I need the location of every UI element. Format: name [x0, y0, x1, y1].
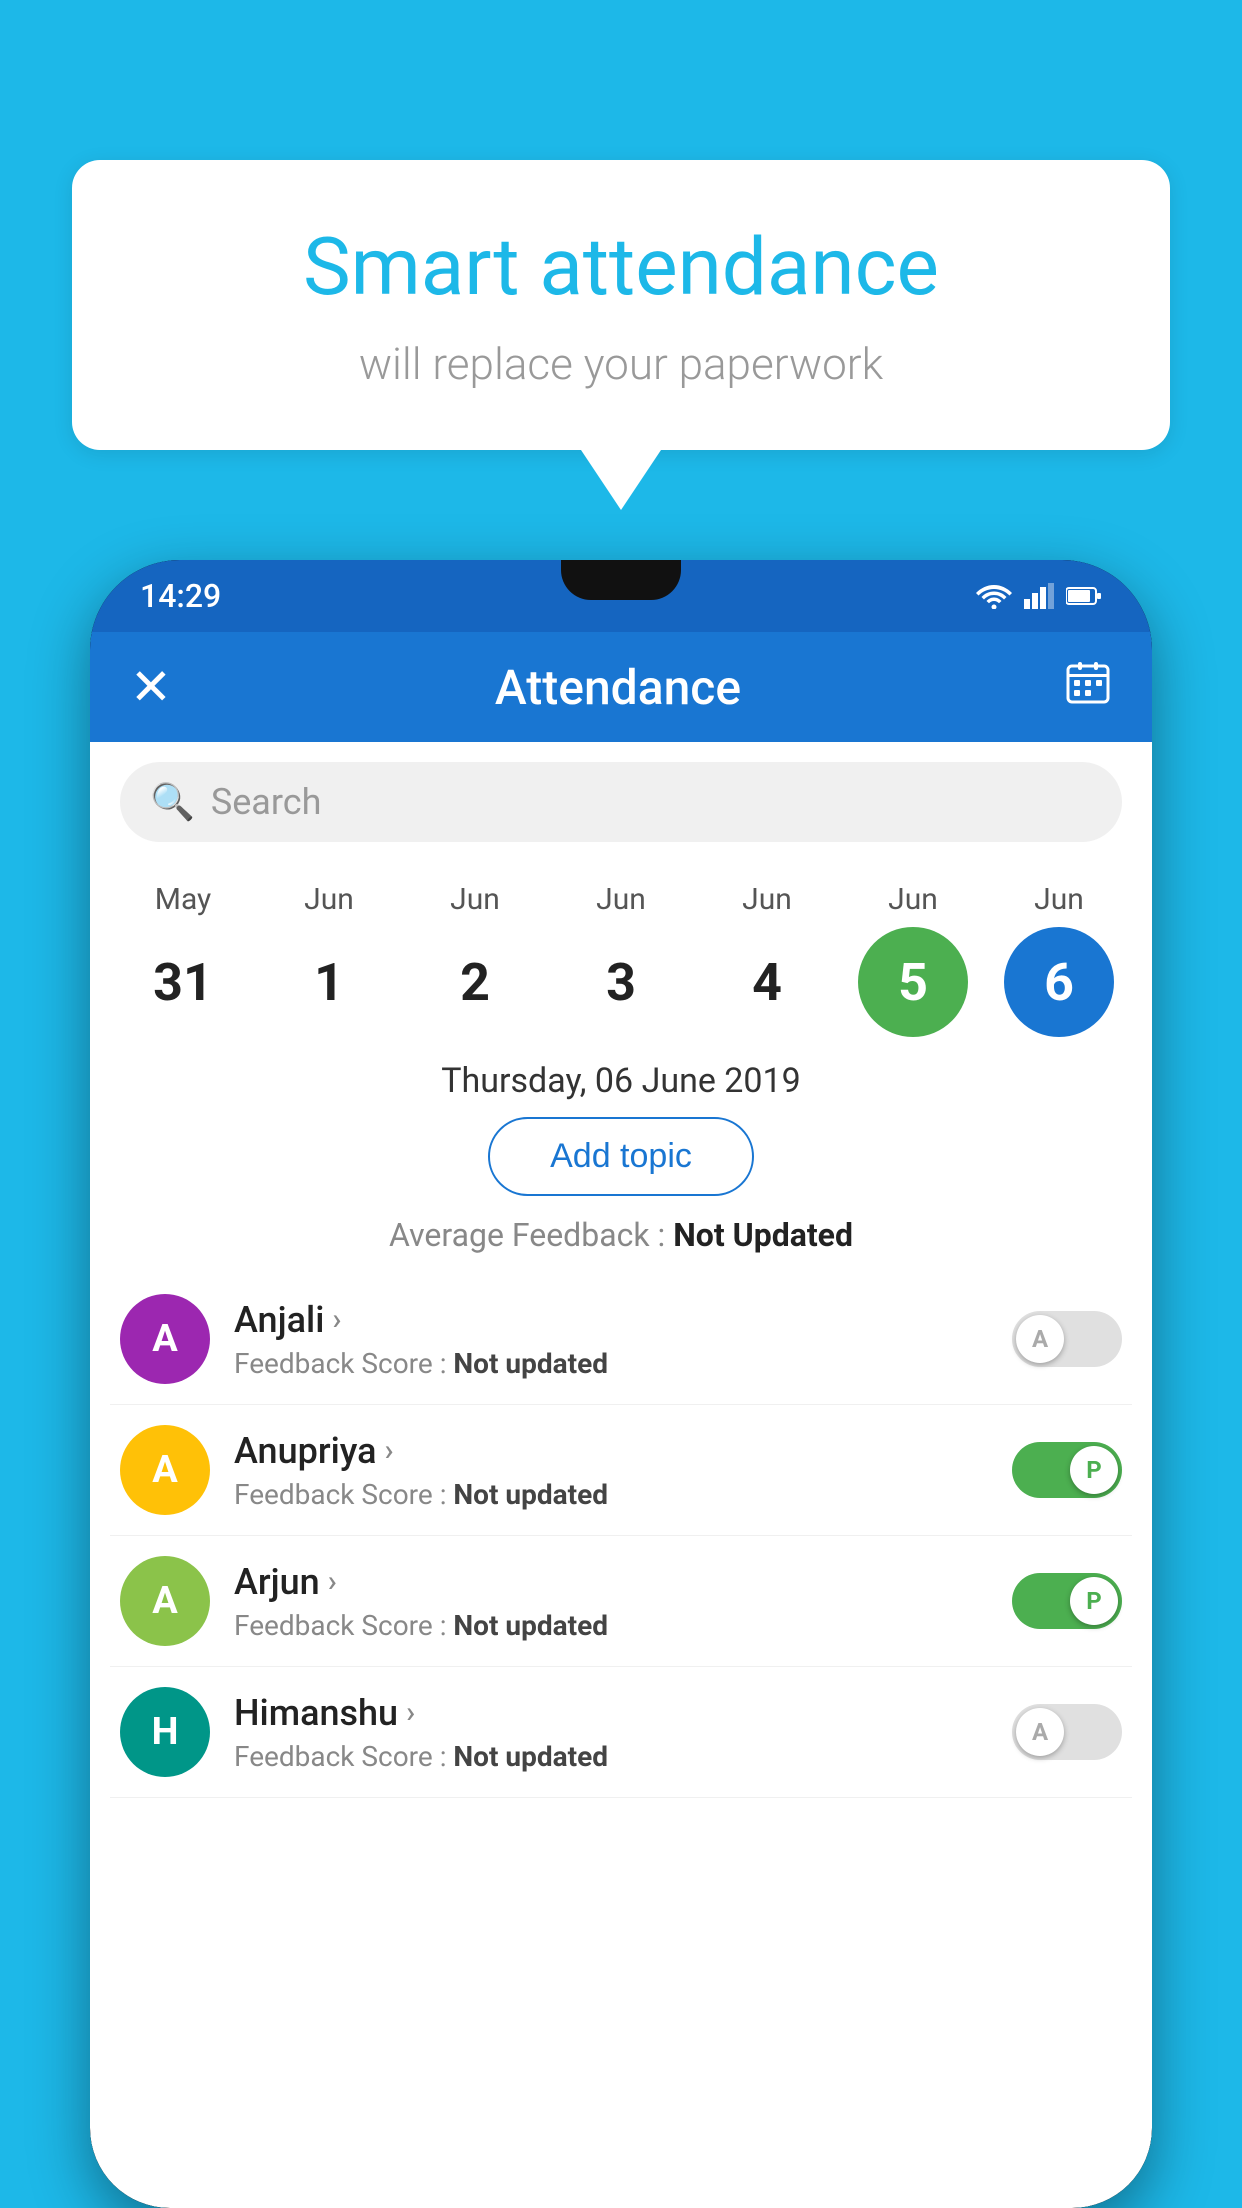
- search-placeholder: Search: [211, 781, 322, 823]
- student-list: AAnjali ›Feedback Score : Not updatedAAA…: [90, 1274, 1152, 1798]
- calendar-icon[interactable]: [1064, 658, 1112, 717]
- search-bar[interactable]: 🔍 Search: [120, 762, 1122, 842]
- battery-icon: [1066, 586, 1102, 606]
- phone-inner: 14:29: [90, 560, 1152, 2208]
- cal-date[interactable]: 2: [420, 927, 530, 1037]
- speech-bubble-subtitle: will replace your paperwork: [152, 338, 1090, 390]
- notch: [561, 560, 681, 600]
- speech-bubble-tail: [581, 450, 661, 510]
- avg-feedback-value: Not Updated: [673, 1216, 853, 1254]
- cal-date[interactable]: 5: [858, 927, 968, 1037]
- cal-date[interactable]: 3: [566, 927, 676, 1037]
- student-info: Arjun › Feedback Score : Not updated: [234, 1561, 988, 1642]
- student-info: Anjali › Feedback Score : Not updated: [234, 1299, 988, 1380]
- attendance-toggle[interactable]: P: [1012, 1573, 1122, 1629]
- student-avatar: H: [120, 1687, 210, 1777]
- chevron-right-icon: ›: [385, 1433, 394, 1468]
- calendar-day[interactable]: Jun 1: [264, 882, 394, 1037]
- signal-icon: [1024, 583, 1054, 609]
- selected-date-label: Thursday, 06 June 2019: [90, 1037, 1152, 1117]
- student-info: Anupriya › Feedback Score : Not updated: [234, 1430, 988, 1511]
- student-name: Anupriya ›: [234, 1430, 988, 1472]
- attendance-toggle[interactable]: A: [1012, 1704, 1122, 1760]
- phone-frame: 14:29: [90, 560, 1152, 2208]
- chevron-right-icon: ›: [328, 1564, 337, 1599]
- chevron-right-icon: ›: [332, 1302, 341, 1337]
- app-bar: ✕ Attendance: [90, 632, 1152, 742]
- student-name: Himanshu ›: [234, 1692, 988, 1734]
- speech-bubble-title: Smart attendance: [152, 220, 1090, 314]
- cal-date[interactable]: 1: [274, 927, 384, 1037]
- avg-feedback: Average Feedback : Not Updated: [90, 1196, 1152, 1274]
- search-icon: 🔍: [150, 781, 195, 823]
- calendar-day[interactable]: May 31: [118, 882, 248, 1037]
- calendar-day[interactable]: Jun 4: [702, 882, 832, 1037]
- search-container: 🔍 Search: [90, 742, 1152, 862]
- close-icon[interactable]: ✕: [130, 658, 172, 717]
- student-avatar: A: [120, 1556, 210, 1646]
- avg-feedback-label: Average Feedback :: [389, 1216, 665, 1254]
- chevron-right-icon: ›: [406, 1695, 415, 1730]
- cal-date[interactable]: 31: [128, 927, 238, 1037]
- cal-month: Jun: [742, 882, 792, 917]
- calendar-day[interactable]: Jun 5: [848, 882, 978, 1037]
- attendance-toggle[interactable]: P: [1012, 1442, 1122, 1498]
- speech-bubble: Smart attendance will replace your paper…: [72, 160, 1170, 450]
- student-info: Himanshu › Feedback Score : Not updated: [234, 1692, 988, 1773]
- cal-month: May: [155, 882, 211, 917]
- student-avatar: A: [120, 1294, 210, 1384]
- cal-month: Jun: [1034, 882, 1084, 917]
- calendar-day[interactable]: Jun 3: [556, 882, 686, 1037]
- student-item[interactable]: A Arjun › Feedback Score : Not updated P: [110, 1536, 1132, 1667]
- wifi-icon: [976, 583, 1012, 609]
- calendar-strip: May 31 Jun 1 Jun 2 Jun 3 Jun 4 Jun 5 Jun 6: [90, 862, 1152, 1037]
- calendar-day[interactable]: Jun 2: [410, 882, 540, 1037]
- calendar-day[interactable]: Jun 6: [994, 882, 1124, 1037]
- status-bar: 14:29: [90, 560, 1152, 632]
- speech-bubble-container: Smart attendance will replace your paper…: [72, 160, 1170, 510]
- student-item[interactable]: A Anupriya › Feedback Score : Not updated P: [110, 1405, 1132, 1536]
- student-avatar: A: [120, 1425, 210, 1515]
- student-name: Anjali ›: [234, 1299, 988, 1341]
- cal-date[interactable]: 4: [712, 927, 822, 1037]
- student-feedback: Feedback Score : Not updated: [234, 1609, 988, 1642]
- cal-month: Jun: [888, 882, 938, 917]
- student-item[interactable]: H Himanshu › Feedback Score : Not updated A: [110, 1667, 1132, 1798]
- student-feedback: Feedback Score : Not updated: [234, 1347, 988, 1380]
- cal-month: Jun: [304, 882, 354, 917]
- cal-month: Jun: [450, 882, 500, 917]
- status-time: 14:29: [140, 577, 221, 615]
- app-bar-title: Attendance: [495, 659, 741, 716]
- attendance-toggle[interactable]: A: [1012, 1311, 1122, 1367]
- cal-month: Jun: [596, 882, 646, 917]
- student-feedback: Feedback Score : Not updated: [234, 1478, 988, 1511]
- student-name: Arjun ›: [234, 1561, 988, 1603]
- add-topic-button[interactable]: Add topic: [488, 1117, 754, 1196]
- student-item[interactable]: A Anjali › Feedback Score : Not updated A: [110, 1274, 1132, 1405]
- student-feedback: Feedback Score : Not updated: [234, 1740, 988, 1773]
- screen-content: 🔍 Search May 31 Jun 1 Jun 2 Jun 3 Jun 4 Jun 5 Jun 6 T…: [90, 742, 1152, 2208]
- cal-date[interactable]: 6: [1004, 927, 1114, 1037]
- status-icons: [976, 583, 1102, 609]
